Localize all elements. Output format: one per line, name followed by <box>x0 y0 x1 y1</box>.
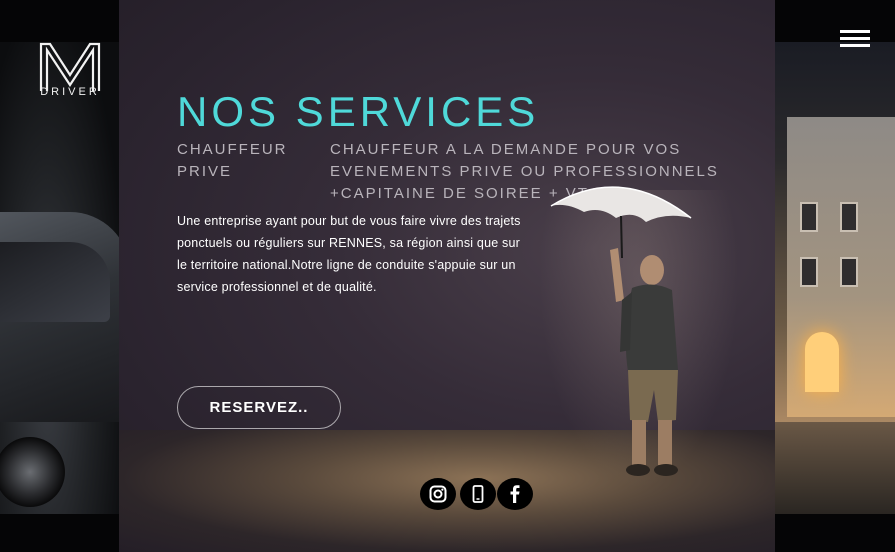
facebook-icon <box>510 485 520 503</box>
page-title: NOS SERVICES <box>177 88 540 135</box>
menu-line <box>840 30 870 33</box>
reserve-button[interactable]: RESERVEZ.. <box>177 386 341 429</box>
subtitle-left-line: PRIVE <box>177 163 233 180</box>
building-window <box>800 202 818 232</box>
instagram-icon <box>429 485 447 503</box>
building-window <box>840 202 858 232</box>
building-window <box>800 257 818 287</box>
facebook-button[interactable] <box>497 478 533 510</box>
instagram-button[interactable] <box>420 478 456 510</box>
phone-button[interactable] <box>460 478 496 510</box>
menu-button[interactable] <box>840 30 870 48</box>
phone-icon <box>472 485 484 503</box>
car-photo <box>0 42 119 514</box>
street <box>775 422 895 514</box>
logo-text: DRIVER <box>40 86 100 98</box>
service-description: Une entreprise ayant pour but de vous fa… <box>177 214 521 294</box>
car-window <box>0 242 110 322</box>
lit-archway <box>805 332 839 392</box>
man-with-umbrella <box>610 248 678 476</box>
menu-line <box>840 37 870 40</box>
building-window <box>840 257 858 287</box>
building-photo <box>775 42 895 514</box>
subtitle-right-line: CHAUFFEUR A LA DEMANDE POUR VOS <box>330 141 682 158</box>
menu-line <box>840 44 870 47</box>
car-wheel <box>0 437 65 507</box>
subtitle-left: CHAUFFEUR PRIVE <box>177 139 307 183</box>
subtitle-left-line: CHAUFFEUR <box>177 141 288 158</box>
